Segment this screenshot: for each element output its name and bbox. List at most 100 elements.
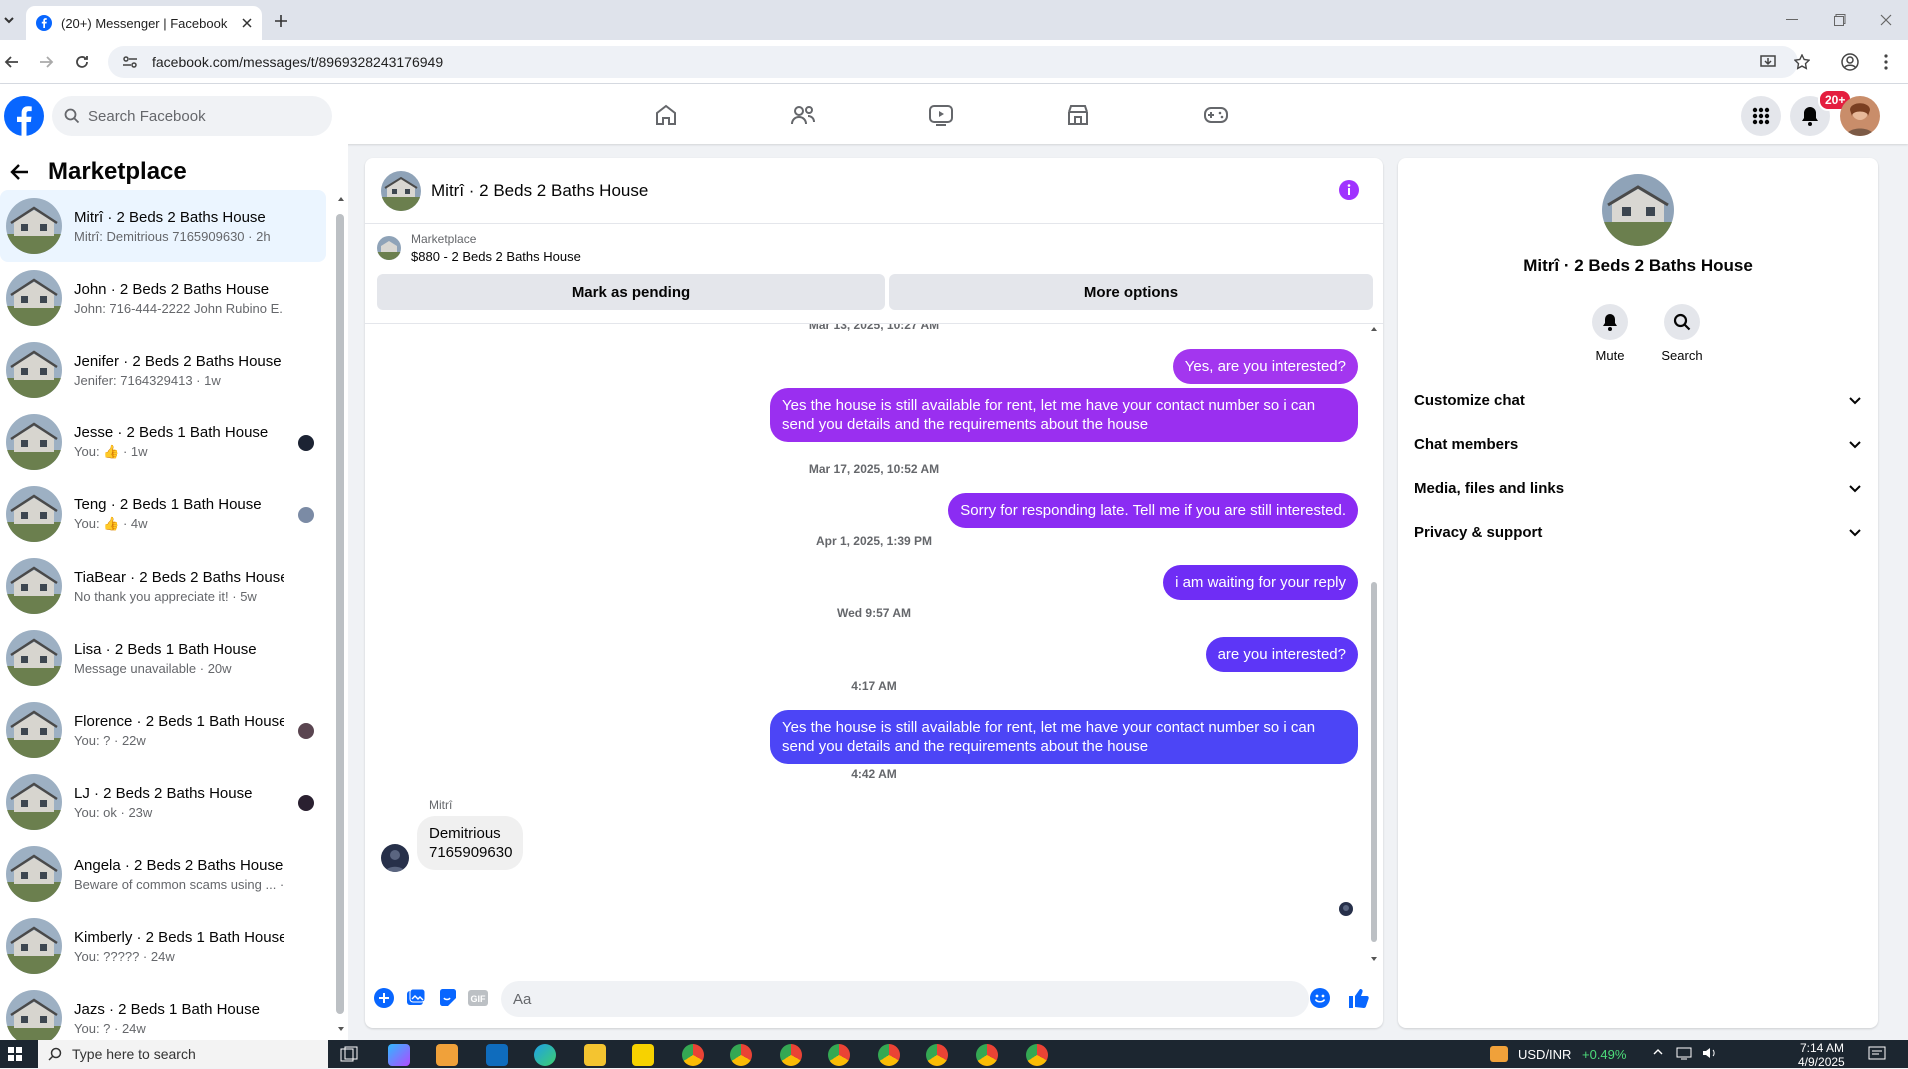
outgoing-message[interactable]: are you interested? bbox=[1205, 637, 1358, 672]
chrome-app-icon[interactable] bbox=[828, 1044, 850, 1066]
conversation-item[interactable]: Lisa · 2 Beds 1 Bath House Message unavai… bbox=[0, 622, 326, 694]
taskbar-date[interactable]: 4/9/2025 bbox=[1798, 1055, 1845, 1069]
sidebar-scrollbar[interactable] bbox=[336, 194, 346, 1034]
outgoing-message[interactable]: Yes the house is still available for ren… bbox=[770, 388, 1358, 442]
outgoing-message[interactable]: Yes the house is still available for ren… bbox=[770, 710, 1358, 764]
details-avatar[interactable] bbox=[1602, 174, 1674, 246]
back-arrow-icon[interactable] bbox=[2, 52, 22, 72]
task-view-icon[interactable] bbox=[338, 1044, 360, 1066]
windows-start-icon[interactable] bbox=[8, 1047, 22, 1061]
facebook-search-input[interactable] bbox=[88, 107, 308, 125]
browser-tab[interactable]: (20+) Messenger | Facebook bbox=[26, 6, 262, 40]
conversation-item[interactable]: Kimberly · 2 Beds 1 Bath House You: ?????… bbox=[0, 910, 326, 982]
mark-as-pending-button[interactable]: Mark as pending bbox=[377, 274, 885, 310]
conversation-item[interactable]: Jazs · 2 Beds 1 Bath House You: ? · 24w bbox=[0, 982, 326, 1040]
outlook-app-icon[interactable] bbox=[486, 1044, 508, 1066]
volume-icon[interactable] bbox=[1702, 1046, 1718, 1060]
new-tab-plus-icon[interactable] bbox=[270, 10, 292, 32]
photo-icon[interactable] bbox=[405, 987, 427, 1009]
customize-chat-section[interactable]: Customize chat bbox=[1414, 382, 1870, 418]
install-app-icon[interactable] bbox=[1758, 52, 1778, 72]
outgoing-message[interactable]: i am waiting for your reply bbox=[1163, 565, 1358, 600]
outgoing-message[interactable]: Yes, are you interested? bbox=[1172, 349, 1358, 384]
timestamp: 4:42 AM bbox=[851, 767, 897, 781]
chat-members-section[interactable]: Chat members bbox=[1414, 426, 1870, 462]
media-files-section[interactable]: Media, files and links bbox=[1414, 470, 1870, 506]
forward-arrow-icon[interactable] bbox=[36, 52, 56, 72]
listing-title[interactable]: $880 - 2 Beds 2 Baths House bbox=[411, 249, 581, 264]
privacy-support-section[interactable]: Privacy & support bbox=[1414, 514, 1870, 550]
friends-icon[interactable] bbox=[788, 100, 818, 130]
chrome-app-icon[interactable] bbox=[780, 1044, 802, 1066]
file-explorer-icon[interactable] bbox=[584, 1044, 606, 1066]
taskbar-search[interactable]: Type here to search bbox=[38, 1040, 328, 1068]
conversation-item[interactable]: Teng · 2 Beds 1 Bath House You: 👍 · 4w bbox=[0, 478, 326, 550]
site-settings-icon[interactable] bbox=[122, 54, 138, 70]
conversation-item[interactable]: Jenifer · 2 Beds 2 Baths House Jenifer: 7… bbox=[0, 334, 326, 406]
tab-close-icon[interactable] bbox=[242, 18, 252, 28]
sticker-icon[interactable] bbox=[437, 987, 459, 1009]
outgoing-message[interactable]: Sorry for responding late. Tell me if yo… bbox=[948, 493, 1358, 528]
back-arrow-icon[interactable] bbox=[10, 162, 30, 182]
reload-icon[interactable] bbox=[72, 52, 92, 72]
emoji-icon[interactable] bbox=[1309, 987, 1331, 1009]
bookmark-star-icon[interactable] bbox=[1792, 52, 1812, 72]
conversation-item[interactable]: John · 2 Beds 2 Baths House John: 716-444… bbox=[0, 262, 326, 334]
notification-center-icon[interactable] bbox=[1868, 1046, 1886, 1062]
tab-list-chevron-icon[interactable] bbox=[0, 6, 18, 34]
mute-action[interactable]: Mute bbox=[1580, 304, 1640, 363]
store-app-icon[interactable] bbox=[436, 1044, 458, 1066]
gaming-icon[interactable] bbox=[1201, 100, 1231, 130]
conversation-item[interactable]: Florence · 2 Beds 1 Bath House You: ? · 2… bbox=[0, 694, 326, 766]
currency-widget-icon[interactable] bbox=[1490, 1046, 1508, 1062]
incoming-message[interactable]: Demitrious 7165909630 bbox=[417, 816, 523, 870]
tray-chevron-icon[interactable] bbox=[1652, 1046, 1664, 1058]
read-receipt-avatar bbox=[298, 507, 314, 523]
chrome-app-icon[interactable] bbox=[976, 1044, 998, 1066]
chat-scrollbar[interactable] bbox=[1369, 324, 1379, 964]
info-icon[interactable] bbox=[1339, 180, 1359, 200]
watch-video-icon[interactable] bbox=[926, 100, 956, 130]
chrome-app-icon[interactable] bbox=[730, 1044, 752, 1066]
conversation-preview: You: ????? · 24w bbox=[74, 948, 175, 964]
network-icon[interactable] bbox=[1676, 1046, 1692, 1060]
sender-avatar[interactable] bbox=[381, 844, 409, 872]
gif-icon[interactable]: GIF bbox=[467, 987, 489, 1009]
listing-thumbnail[interactable] bbox=[377, 236, 401, 260]
facebook-logo-icon[interactable] bbox=[4, 96, 44, 136]
ticker-name[interactable]: USD/INR bbox=[1518, 1047, 1571, 1062]
conversation-item[interactable]: LJ · 2 Beds 2 Baths House You: ok · 23w bbox=[0, 766, 326, 838]
thumbs-up-icon[interactable] bbox=[1347, 987, 1369, 1009]
chat-title[interactable]: Mitrî · 2 Beds 2 Baths House bbox=[431, 181, 648, 201]
conversation-item[interactable]: Jesse · 2 Beds 1 Bath House You: 👍 · 1w bbox=[0, 406, 326, 478]
chrome-app-icon[interactable] bbox=[878, 1044, 900, 1066]
conversation-item[interactable]: Mitrî · 2 Beds 2 Baths House Mitrî: Demit… bbox=[0, 190, 326, 262]
url-bar[interactable]: facebook.com/messages/t/8969328243176949 bbox=[108, 46, 1798, 78]
chrome-app-icon[interactable] bbox=[926, 1044, 948, 1066]
more-options-button[interactable]: More options bbox=[889, 274, 1373, 310]
facebook-search-box[interactable] bbox=[52, 96, 332, 136]
taskbar-time[interactable]: 7:14 AM bbox=[1800, 1041, 1844, 1055]
url-text: facebook.com/messages/t/8969328243176949 bbox=[152, 54, 444, 70]
chrome-app-icon[interactable] bbox=[682, 1044, 704, 1066]
message-input[interactable] bbox=[501, 981, 1309, 1017]
edge-app-icon[interactable] bbox=[534, 1044, 556, 1066]
profile-icon[interactable] bbox=[1840, 52, 1860, 72]
conversation-item[interactable]: TiaBear · 2 Beds 2 Baths House No thank y… bbox=[0, 550, 326, 622]
browser-menu-icon[interactable] bbox=[1876, 52, 1896, 72]
close-window-icon[interactable] bbox=[1866, 8, 1906, 32]
home-icon[interactable] bbox=[651, 100, 681, 130]
chrome-app-icon[interactable] bbox=[1026, 1044, 1048, 1066]
account-avatar[interactable] bbox=[1840, 96, 1880, 136]
restore-icon[interactable] bbox=[1820, 8, 1860, 32]
marketplace-icon[interactable] bbox=[1063, 100, 1093, 130]
sticky-notes-icon[interactable] bbox=[632, 1044, 654, 1066]
conversation-item[interactable]: Angela · 2 Beds 2 Baths House Beware of c… bbox=[0, 838, 326, 910]
copilot-app-icon[interactable] bbox=[388, 1044, 410, 1066]
plus-circle-icon[interactable] bbox=[373, 987, 395, 1009]
search-action[interactable]: Search bbox=[1652, 304, 1712, 363]
conversation-name: John · 2 Beds 2 Baths House bbox=[74, 280, 270, 298]
menu-grid-icon[interactable] bbox=[1741, 96, 1781, 136]
chat-avatar[interactable] bbox=[381, 170, 421, 211]
minimize-icon[interactable] bbox=[1772, 8, 1812, 32]
